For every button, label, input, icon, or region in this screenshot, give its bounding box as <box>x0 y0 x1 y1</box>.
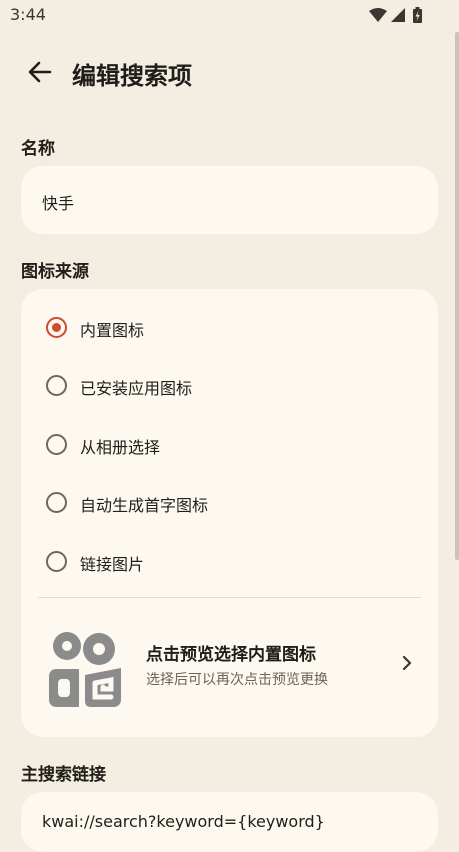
preview-title: 点击预览选择内置图标 <box>146 645 316 665</box>
status-time: 3:44 <box>10 5 46 24</box>
status-bar: 3:44 <box>0 0 459 32</box>
radio-option-installed-app[interactable]: 已安装应用图标 <box>21 361 438 413</box>
preview-subtitle: 选择后可以再次点击预览更换 <box>146 672 328 688</box>
status-icons <box>369 7 422 23</box>
radio-label: 链接图片 <box>80 555 145 574</box>
radio-option-auto-initial[interactable]: 自动生成首字图标 <box>21 478 438 530</box>
page-title: 编辑搜索项 <box>72 62 192 90</box>
radio-label: 自动生成首字图标 <box>80 496 209 515</box>
builtin-icon-preview[interactable]: 点击预览选择内置图标 选择后可以再次点击预览更换 <box>21 607 438 727</box>
app-bar: 编辑搜索项 <box>0 40 459 104</box>
radio-label: 内置图标 <box>80 321 145 340</box>
radio-label: 从相册选择 <box>80 438 161 457</box>
divider <box>38 597 421 598</box>
radio-option-image-link[interactable]: 链接图片 <box>21 537 438 589</box>
radio-label: 已安装应用图标 <box>80 379 193 398</box>
back-button[interactable] <box>20 54 60 90</box>
radio-button[interactable] <box>46 375 67 396</box>
radio-button[interactable] <box>46 551 67 572</box>
name-field[interactable]: 快手 <box>21 166 438 234</box>
icon-source-label: 图标来源 <box>21 262 89 282</box>
kuaishou-logo-icon <box>49 632 121 707</box>
chevron-right-icon <box>402 655 412 671</box>
radio-option-builtin[interactable]: 内置图标 <box>21 303 438 355</box>
radio-button-selected[interactable] <box>46 317 67 338</box>
radio-button[interactable] <box>46 434 67 455</box>
main-link-value: kwai://search?keyword={keyword} <box>42 812 325 831</box>
battery-icon <box>413 7 422 23</box>
radio-button[interactable] <box>46 492 67 513</box>
main-link-field[interactable]: kwai://search?keyword={keyword} <box>21 792 438 852</box>
wifi-icon <box>369 8 387 22</box>
main-link-label: 主搜索链接 <box>21 765 106 785</box>
name-value: 快手 <box>42 194 75 213</box>
radio-option-gallery[interactable]: 从相册选择 <box>21 420 438 472</box>
cellular-signal-icon <box>391 8 405 22</box>
icon-source-card: 内置图标 已安装应用图标 从相册选择 自动生成首字图标 链接图片 点击预览选择内… <box>21 289 438 737</box>
arrow-back-icon <box>28 61 52 83</box>
scrollbar[interactable] <box>455 32 459 560</box>
name-label: 名称 <box>21 139 55 159</box>
